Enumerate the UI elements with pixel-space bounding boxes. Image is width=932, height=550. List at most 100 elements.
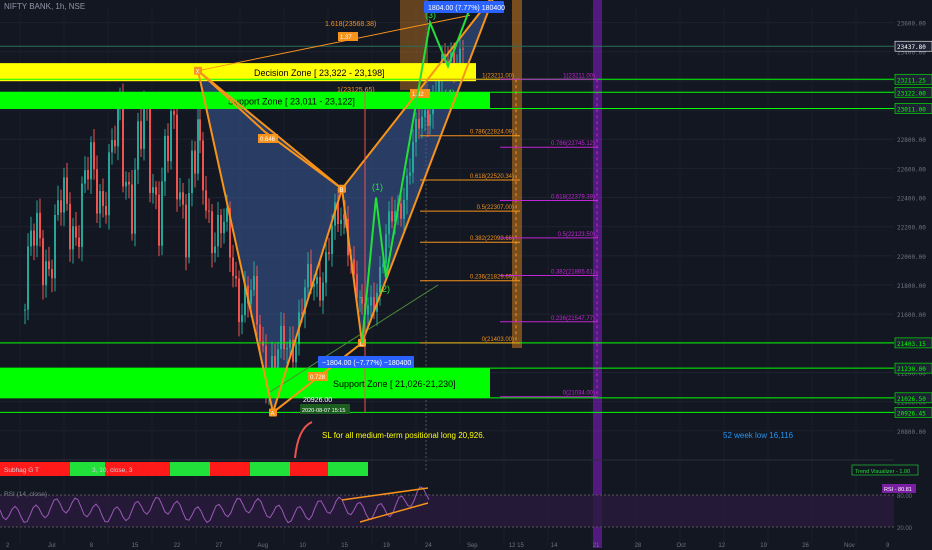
candle-body	[72, 226, 74, 250]
candle-body	[238, 278, 240, 323]
price-tag: 23211.25	[897, 77, 926, 84]
candle-body	[137, 121, 139, 170]
candle-body	[211, 211, 213, 254]
fib-label: 0.382(22093.66)	[470, 236, 514, 242]
candle-body	[220, 214, 222, 234]
candle-body	[322, 282, 324, 301]
candle-body	[30, 230, 32, 247]
wave-label: (1)	[372, 182, 383, 192]
candle-body	[131, 184, 133, 234]
x-tick-label: Sep	[467, 543, 478, 549]
candle-body	[45, 261, 47, 286]
y-tick-label: 23600.00	[897, 21, 926, 28]
candle-body	[319, 277, 321, 301]
trend-block	[250, 462, 290, 476]
x-tick-label: Jul	[48, 543, 56, 549]
candle-body	[415, 118, 417, 143]
candle-body	[359, 297, 361, 299]
x-tick-label: 19	[383, 543, 390, 549]
trend-tag: Trend Visualizer - 1.00	[855, 469, 910, 475]
y-tick-label: 22000.00	[897, 254, 926, 261]
candle-body	[51, 269, 53, 279]
candle-body	[202, 140, 204, 191]
x-tick-label: 12 15	[509, 543, 525, 549]
candle-body	[143, 103, 145, 149]
candle-body	[164, 135, 166, 182]
x-tick-label: 2	[6, 543, 10, 549]
candle-body	[134, 169, 136, 234]
candle-body	[125, 181, 127, 187]
candle-body	[331, 225, 333, 254]
zone-label: Support Zone [ 21,026-21,230]	[333, 379, 456, 389]
low-price: 20926.00	[303, 397, 332, 404]
candle-body	[84, 170, 86, 184]
symbol-title: NIFTY BANK, 1h, NSE	[4, 2, 86, 11]
x-tick-label: Aug	[257, 543, 268, 549]
candle-body	[208, 210, 210, 212]
fib-label: 0.786(22745.12)	[551, 141, 595, 147]
candle-body	[400, 203, 402, 219]
x-tick-label: 22	[174, 543, 181, 549]
ratio-label: 0.728	[310, 375, 326, 381]
pattern-point-label: A	[271, 411, 275, 417]
candle-body	[188, 193, 190, 258]
zone-label: Decision Zone [ 23,322 - 23,198]	[254, 68, 385, 78]
candle-body	[424, 110, 426, 117]
candle-body	[140, 121, 142, 149]
y-tick-label: 21800.00	[897, 283, 926, 290]
candle-body	[155, 187, 157, 195]
candle-body	[108, 152, 110, 216]
rsi-band	[0, 495, 894, 527]
trading-chart[interactable]: Decision Zone [ 23,322 - 23,198] Support …	[0, 0, 932, 550]
candle-body	[403, 199, 405, 219]
candle-body	[39, 212, 41, 239]
candle-body	[421, 116, 423, 129]
candle-body	[57, 200, 59, 215]
candle-body	[161, 181, 163, 246]
x-tick-label: 12	[718, 543, 725, 549]
candle-body	[42, 238, 44, 286]
candle-body	[438, 79, 440, 93]
candle-body	[54, 214, 56, 279]
y-tick-label: 22800.00	[897, 137, 926, 144]
y-tick-label: 21600.00	[897, 312, 926, 319]
x-tick-label: Oct	[676, 543, 686, 549]
x-tick-label: Nov	[844, 543, 855, 549]
wave-label: (2)	[379, 284, 390, 294]
ratio-label: 1.37	[340, 35, 352, 41]
measure-callout: −1804.00 (−7.77%) −180400	[322, 360, 411, 367]
fib-label: 0.618(22520.34)	[470, 174, 514, 180]
rsi-value: RSI - 80.81	[884, 487, 912, 493]
price-tag: 21403.15	[897, 341, 926, 348]
candle-body	[205, 190, 207, 211]
candle-body	[286, 347, 288, 350]
candle-body	[385, 234, 387, 264]
trend-block	[290, 462, 328, 476]
candle-body	[33, 230, 35, 246]
fib-label: 1(23211.00)	[563, 73, 595, 79]
candle-body	[370, 296, 372, 306]
candle-body	[259, 324, 261, 342]
y-tick-label: 22200.00	[897, 225, 926, 232]
x-tick-label: 27	[216, 543, 223, 549]
candle-body	[289, 339, 291, 348]
candle-body	[75, 226, 77, 238]
wave-label: (4)	[444, 88, 455, 98]
candle-body	[167, 135, 169, 162]
fib-label: 0(21403.00)	[482, 337, 514, 343]
candle-body	[197, 119, 199, 174]
candle-body	[179, 192, 181, 200]
candle-body	[36, 212, 38, 246]
candle-body	[81, 183, 83, 247]
candle-body	[409, 172, 411, 176]
candle-body	[307, 264, 309, 288]
candle-body	[111, 140, 113, 153]
candle-body	[105, 205, 107, 216]
price-tag: 23011.00	[897, 106, 926, 113]
fib-label: 0.618(22379.39)	[551, 195, 595, 201]
ratio-label: 0.646	[260, 137, 276, 143]
candle-body	[63, 177, 65, 213]
x-tick-label: 26	[802, 543, 809, 549]
candle-body	[149, 106, 151, 193]
candle-body	[361, 297, 363, 304]
